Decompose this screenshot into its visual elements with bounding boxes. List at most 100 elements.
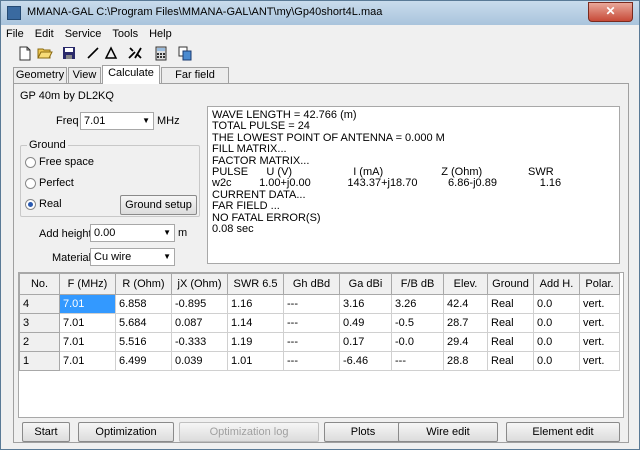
column-header[interactable]: Add H. [533,273,580,295]
table-row[interactable]: 2 7.01 5.516 -0.333 1.19 --- 0.17 -0.0 2… [19,332,620,352]
table-cell[interactable]: 29.4 [443,332,488,352]
column-header[interactable]: Gh dBd [283,273,340,295]
table-cell[interactable]: vert. [579,332,620,352]
start-button[interactable]: Start [22,422,70,442]
table-cell[interactable]: Real [487,332,534,352]
material-combo[interactable]: Cu wire ▼ [90,248,175,266]
menu-service[interactable]: Service [60,26,108,40]
table-cell[interactable]: Real [487,313,534,333]
table-cell[interactable]: 0.49 [339,313,392,333]
table-cell[interactable]: 3.26 [391,294,444,314]
table-cell[interactable]: vert. [579,294,620,314]
table-cell[interactable]: vert. [579,313,620,333]
chevron-down-icon[interactable]: ▼ [142,113,150,129]
calculation-output[interactable]: WAVE LENGTH = 42.766 (m) TOTAL PULSE = 2… [207,106,620,264]
free-space-label[interactable]: Free space [39,156,94,168]
column-header[interactable]: F (MHz) [59,273,116,295]
table-cell[interactable]: 5.684 [115,313,172,333]
table-cell[interactable]: --- [391,351,444,371]
open-folder-icon[interactable] [37,46,53,62]
ground-setup-button[interactable]: Ground setup [120,195,197,215]
table-cell[interactable]: 6.858 [115,294,172,314]
table-cell[interactable]: 28.8 [443,351,488,371]
table-row[interactable]: 4 7.01 6.858 -0.895 1.16 --- 3.16 3.26 4… [19,294,620,314]
table-cell[interactable]: 7.01 [59,351,116,371]
table-row[interactable]: 1 7.01 6.499 0.039 1.01 --- -6.46 --- 28… [19,351,620,371]
table-cell[interactable]: 0.0 [533,332,580,352]
table-cell[interactable]: 5.516 [115,332,172,352]
optimization-log-button[interactable]: Optimization log [179,422,319,442]
tools-icon[interactable] [127,46,143,62]
table-cell[interactable]: --- [283,313,340,333]
table-cell[interactable]: 0.039 [171,351,228,371]
table-cell[interactable]: -0.0 [391,332,444,352]
table-cell[interactable]: 1.19 [227,332,284,352]
plots-button[interactable]: Plots [324,422,402,442]
table-cell[interactable]: Real [487,294,534,314]
table-cell[interactable]: --- [283,294,340,314]
chevron-down-icon[interactable]: ▼ [163,249,171,265]
perfect-label[interactable]: Perfect [39,177,74,189]
tab-calculate[interactable]: Calculate [102,65,160,84]
table-cell[interactable]: 2 [19,332,60,352]
add-height-combo[interactable]: 0.00 ▼ [90,224,175,242]
element-edit-button[interactable]: Element edit [506,422,620,442]
menu-file[interactable]: File [1,26,30,40]
real-label[interactable]: Real [39,198,62,210]
column-header[interactable]: jX (Ohm) [171,273,228,295]
table-cell[interactable]: 4 [19,294,60,314]
table-cell[interactable]: 0.0 [533,313,580,333]
optimization-button[interactable]: Optimization [78,422,174,442]
column-header[interactable]: Ground [487,273,534,295]
table-cell[interactable]: -0.5 [391,313,444,333]
column-header[interactable]: Ga dBi [339,273,392,295]
table-cell[interactable]: 28.7 [443,313,488,333]
title-bar[interactable]: MMANA-GAL C:\Program Files\MMANA-GAL\ANT… [1,1,639,25]
table-cell[interactable]: -0.333 [171,332,228,352]
draw-wire-icon[interactable] [85,46,101,62]
table-cell[interactable]: 0.0 [533,294,580,314]
tab-view[interactable]: View [68,67,101,83]
table-row[interactable]: 3 7.01 5.684 0.087 1.14 --- 0.49 -0.5 28… [19,313,620,333]
column-header[interactable]: F/B dB [391,273,444,295]
results-grid[interactable]: No. F (MHz) R (Ohm) jX (Ohm) SWR 6.5 Gh … [18,272,624,418]
chevron-down-icon[interactable]: ▼ [163,225,171,241]
table-cell[interactable]: 0.17 [339,332,392,352]
wire-edit-button[interactable]: Wire edit [398,422,498,442]
table-cell[interactable]: 7.01 [59,294,116,314]
table-cell[interactable]: 42.4 [443,294,488,314]
column-header[interactable]: Elev. [443,273,488,295]
table-cell[interactable]: 1.14 [227,313,284,333]
table-cell[interactable]: 3.16 [339,294,392,314]
table-cell[interactable]: -6.46 [339,351,392,371]
column-header[interactable]: No. [19,273,60,295]
table-cell[interactable]: Real [487,351,534,371]
table-cell[interactable]: 0.087 [171,313,228,333]
table-cell[interactable]: 6.499 [115,351,172,371]
table-cell[interactable]: 3 [19,313,60,333]
menu-edit[interactable]: Edit [30,26,60,40]
table-cell[interactable]: --- [283,351,340,371]
radio-free-space[interactable] [25,157,36,168]
table-cell[interactable]: 7.01 [59,332,116,352]
table-cell[interactable]: 0.0 [533,351,580,371]
menu-tools[interactable]: Tools [107,26,144,40]
column-header[interactable]: R (Ohm) [115,273,172,295]
tab-geometry[interactable]: Geometry [13,67,67,83]
new-file-icon[interactable] [17,46,33,62]
triangle-icon[interactable] [103,46,119,62]
menu-help[interactable]: Help [144,26,178,40]
table-cell[interactable]: 1 [19,351,60,371]
calculator-icon[interactable] [153,46,169,62]
save-icon[interactable] [61,46,77,62]
radio-perfect[interactable] [25,178,36,189]
copy-icon[interactable] [177,46,193,62]
table-cell[interactable]: 7.01 [59,313,116,333]
column-header[interactable]: SWR 6.5 [227,273,284,295]
close-button[interactable]: ✕ [588,2,633,22]
table-cell[interactable]: vert. [579,351,620,371]
table-cell[interactable]: 1.16 [227,294,284,314]
radio-real[interactable] [25,199,36,210]
tab-far-field-plots[interactable]: Far field plots [161,67,229,96]
table-cell[interactable]: --- [283,332,340,352]
